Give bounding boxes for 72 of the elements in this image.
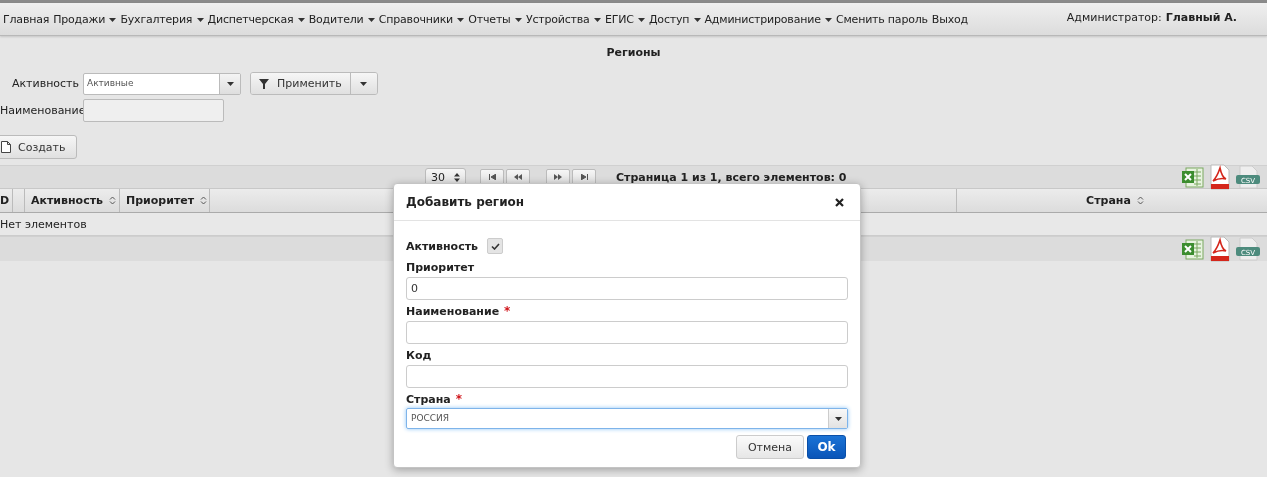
- column-header[interactable]: Приоритет: [120, 189, 210, 212]
- caret-icon: [360, 81, 368, 86]
- menu-item[interactable]: Продажи: [53, 13, 117, 26]
- caret-icon: [196, 17, 204, 22]
- field-label: Наименование: [406, 304, 500, 318]
- menu-item[interactable]: Диспетчерская: [207, 13, 305, 26]
- caret-icon: [593, 17, 601, 22]
- sort-icon[interactable]: [1136, 196, 1144, 205]
- field-label: Активность: [406, 239, 479, 253]
- column-header[interactable]: Страна: [957, 189, 1267, 212]
- menu-item[interactable]: Сменить пароль: [836, 13, 928, 26]
- pdf-icon[interactable]: [1208, 164, 1232, 190]
- menu-item[interactable]: Администрирование: [704, 13, 832, 26]
- text-field[interactable]: [406, 321, 848, 344]
- caret-icon: [825, 17, 832, 22]
- caret-icon: [367, 17, 375, 22]
- next-page-icon: [554, 174, 562, 180]
- close-icon[interactable]: [835, 197, 844, 207]
- menu-item[interactable]: Справочники: [378, 13, 465, 26]
- first-page-icon: [488, 174, 496, 180]
- menu-item[interactable]: Бухгалтерия: [120, 13, 204, 26]
- field-label: Приоритет: [406, 260, 475, 274]
- required-mark: *: [455, 392, 463, 406]
- caret-icon: [637, 17, 645, 22]
- caret-icon: [109, 17, 117, 22]
- menu-item[interactable]: Отчеты: [468, 13, 522, 26]
- caret-icon: [514, 17, 522, 22]
- field-label: Страна: [406, 392, 451, 406]
- document-icon: [1, 141, 11, 153]
- caret-icon: [457, 17, 465, 22]
- last-page-icon: [580, 174, 588, 180]
- menu-item[interactable]: Устройства: [525, 13, 601, 26]
- spreadsheet-icon[interactable]: [1181, 237, 1205, 261]
- caret-icon: [226, 81, 234, 86]
- filter-label: Активность: [10, 77, 79, 90]
- sort-icon[interactable]: [200, 196, 208, 205]
- apply-button[interactable]: Применить: [251, 73, 351, 94]
- spinner-arrows-icon: [454, 172, 460, 182]
- dialog-title: Добавить регион: [406, 195, 525, 209]
- previous-page-icon: [514, 174, 522, 180]
- create-button[interactable]: Создать: [0, 135, 77, 159]
- column-header[interactable]: Активность: [25, 189, 120, 212]
- checkbox[interactable]: [487, 238, 504, 254]
- page-summary: Страница 1 из 1, всего элементов: 0: [616, 170, 847, 184]
- required-mark: *: [504, 304, 511, 318]
- field-label: Код: [406, 348, 432, 362]
- caret-icon: [834, 416, 842, 421]
- activity-select[interactable]: Активные: [83, 72, 241, 95]
- spreadsheet-icon[interactable]: [1181, 165, 1205, 189]
- ok-button[interactable]: Ok: [807, 435, 846, 459]
- apply-dropdown-button[interactable]: [350, 73, 377, 94]
- checkmark-icon: [490, 242, 500, 250]
- menu-item[interactable]: ЕГИС: [604, 13, 645, 26]
- user-name: Главный А.: [1165, 11, 1237, 26]
- empty-message: Нет элементов: [0, 217, 87, 231]
- filter-icon: [259, 78, 269, 89]
- menu-item[interactable]: Водители: [308, 13, 375, 26]
- caret-icon: [693, 17, 701, 22]
- caret-icon: [297, 17, 305, 22]
- country-select[interactable]: РОССИЯ: [406, 408, 848, 429]
- name-filter-field[interactable]: [83, 99, 224, 122]
- menu-item[interactable]: Доступ: [648, 13, 701, 26]
- menu-item[interactable]: Главная: [3, 13, 50, 26]
- cancel-button[interactable]: Отмена: [735, 435, 804, 459]
- menu-item[interactable]: Выход: [931, 13, 968, 26]
- column-header: D: [0, 189, 13, 212]
- pdf-icon[interactable]: [1208, 236, 1232, 262]
- text-field[interactable]: [406, 365, 848, 388]
- text-field[interactable]: 0: [406, 277, 848, 300]
- page-title: Регионы: [605, 46, 662, 61]
- sort-icon[interactable]: [109, 196, 117, 205]
- user-role: Администратор:: [1066, 11, 1162, 26]
